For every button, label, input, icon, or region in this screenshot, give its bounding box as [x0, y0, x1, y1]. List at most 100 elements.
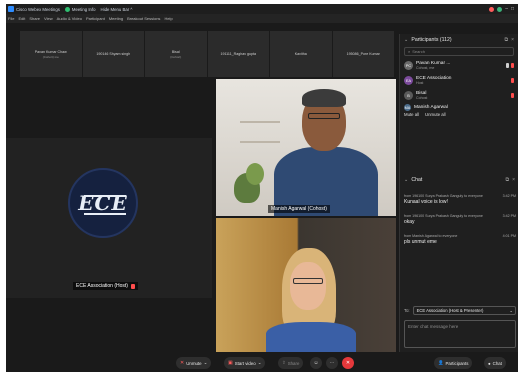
- record-icon[interactable]: [489, 6, 495, 12]
- chat-button[interactable]: ● Chat: [484, 357, 506, 369]
- participants-button[interactable]: 👤 Participants: [434, 357, 473, 369]
- share-button[interactable]: ⇪ Share: [278, 357, 304, 369]
- thumbnail-tile[interactable]: Bisal (Cohort): [145, 31, 207, 77]
- chevron-down-icon[interactable]: ⌄: [404, 37, 408, 43]
- menu-share[interactable]: Share: [29, 16, 40, 21]
- muted-mic-icon: ✕: [180, 360, 185, 366]
- message-text: okay: [404, 219, 415, 225]
- person-torso: [266, 322, 356, 352]
- thumbnail-name: Kavitha: [294, 52, 307, 56]
- menu-meeting[interactable]: Meeting: [109, 16, 123, 21]
- more-options-icon[interactable]: ⋯: [326, 357, 338, 369]
- reactions-icon[interactable]: ☺: [310, 357, 322, 369]
- muted-mic-icon[interactable]: [511, 78, 514, 83]
- shelf: [240, 121, 280, 123]
- unmute-all-button[interactable]: Unmute all: [425, 112, 446, 117]
- chevron-down-icon[interactable]: ⌄: [404, 177, 408, 183]
- chat-message-input[interactable]: Enter chat message here: [404, 320, 516, 348]
- muted-mic-icon[interactable]: [511, 93, 514, 98]
- menu-view[interactable]: View: [44, 16, 53, 21]
- menu-participant[interactable]: Participant: [86, 16, 105, 21]
- menu-audio-video[interactable]: Audio & Video: [57, 16, 82, 21]
- message-time: 3:42 PM: [502, 214, 516, 218]
- thumbnail-tile[interactable]: 190146 Shyam singh: [82, 31, 144, 77]
- chat-messages: from 196100 Surya Prakash Ganguly to eve…: [404, 194, 516, 254]
- menu-file[interactable]: File: [8, 16, 14, 21]
- unmute-label: Unmute: [186, 360, 202, 366]
- chat-header[interactable]: ⌄ Chat ⧉ ×: [400, 174, 518, 185]
- thumbnail-tile[interactable]: 195086_Pore Kumar: [332, 31, 394, 77]
- title-bar: Cisco Webex Meetings Meeting Info Hide M…: [6, 4, 518, 14]
- mic-icon[interactable]: [506, 63, 509, 68]
- close-icon[interactable]: ×: [512, 177, 515, 183]
- thumbnail-name: Pavan Kumar Chaw: [34, 49, 67, 54]
- glasses: [293, 278, 323, 284]
- menu-bar: File Edit Share View Audio & Video Parti…: [6, 14, 518, 23]
- unmute-button[interactable]: ✕ Unmute ⌄: [176, 357, 212, 369]
- avatar: EA: [404, 76, 413, 85]
- message-time: 4:01 PM: [502, 234, 516, 238]
- meeting-info-button[interactable]: Meeting Info: [72, 7, 96, 12]
- participant-row[interactable]: MA Manish Agarwal: [400, 103, 518, 112]
- meeting-toolbar: ✕ Unmute ⌄ ▣ Start video ⌄ ⇪ Share ☺ ⋯ ✕…: [6, 354, 518, 372]
- self-video-tile[interactable]: [216, 218, 396, 352]
- app-title: Cisco Webex Meetings: [16, 6, 60, 12]
- participant-label: Manish Agarwal (Cohost): [268, 205, 330, 213]
- muted-mic-icon: [130, 283, 135, 289]
- manish-video-tile[interactable]: Manish Agarwal (Cohost): [216, 79, 396, 216]
- logo-stripe: [84, 195, 126, 197]
- search-placeholder: Search: [412, 49, 425, 54]
- minimize-icon[interactable]: –: [505, 6, 508, 12]
- participants-icon: 👤: [438, 360, 444, 365]
- participant-row[interactable]: PC Pavan Kumar ... Cohost, me: [400, 58, 518, 73]
- webex-logo-icon: [8, 6, 14, 12]
- thumbnail-tile[interactable]: Kavitha: [270, 31, 332, 77]
- share-label: Share: [287, 360, 300, 366]
- thumbnail-role: (Cohort): [170, 54, 182, 59]
- thumbnail-name: Bisal: [171, 49, 180, 54]
- chat-recipient-select[interactable]: ECE Association (Host & Presenter) ⌄: [412, 306, 516, 315]
- chat-section: ⌄ Chat ⧉ ×: [400, 174, 518, 185]
- leave-meeting-button[interactable]: ✕: [342, 357, 354, 369]
- participants-search-input[interactable]: ⌕ Search: [404, 47, 514, 56]
- chat-message: from 196100 Surya Prakash Ganguly to eve…: [404, 214, 516, 225]
- search-icon: ⌕: [408, 49, 411, 54]
- start-video-label: Start video: [234, 360, 256, 366]
- person-hair: [302, 89, 346, 107]
- mute-all-button[interactable]: Mute all: [404, 112, 419, 117]
- participant-role: Host: [416, 81, 424, 85]
- message-time: 3:42 PM: [502, 194, 516, 198]
- thumbnail-name: 191111_Raghav gupta: [220, 52, 257, 56]
- close-icon[interactable]: ×: [511, 37, 514, 43]
- chat-icon: ●: [488, 360, 491, 366]
- glasses: [308, 113, 340, 119]
- chevron-down-icon[interactable]: ⌄: [204, 360, 208, 366]
- participant-label: ECE Association (Host): [73, 282, 138, 290]
- hide-menu-bar-button[interactable]: Hide Menu Bar ^: [101, 7, 133, 12]
- participant-row[interactable]: EA ECE Association Host: [400, 73, 518, 88]
- avatar: MA: [404, 104, 411, 111]
- ece-video-tile[interactable]: ECE ECE Association (Host): [6, 138, 212, 298]
- muted-mic-icon[interactable]: [511, 63, 514, 68]
- menu-edit[interactable]: Edit: [18, 16, 25, 21]
- thumbnail-tile[interactable]: Pavan Kumar Chaw (Cohort) me: [20, 31, 82, 77]
- thumbnail-tile[interactable]: 191111_Raghav gupta: [207, 31, 269, 77]
- thumbnail-strip: Pavan Kumar Chaw (Cohort) me 190146 Shya…: [20, 31, 394, 77]
- participant-name: ECE Association (Host): [76, 283, 128, 289]
- popout-icon[interactable]: ⧉: [505, 37, 509, 43]
- chevron-down-icon[interactable]: ⌄: [258, 360, 262, 366]
- participant-row[interactable]: B Bisal Cohost: [400, 88, 518, 103]
- menu-help[interactable]: Help: [164, 16, 172, 21]
- popout-icon[interactable]: ⧉: [506, 177, 510, 183]
- status-icon: [497, 6, 503, 12]
- chat-message: from Manish Agarwal to everyone 4:01 PM p…: [404, 234, 516, 245]
- participant-role: Cohost, me: [416, 66, 435, 70]
- thumbnail-name: 195086_Pore Kumar: [346, 52, 380, 56]
- shelf: [240, 141, 280, 143]
- message-sender: from 196100 Surya Prakash Ganguly to eve…: [404, 194, 483, 198]
- participants-header[interactable]: ⌄ Participants (112) ⧉ ×: [400, 34, 518, 45]
- video-off-icon: ▣: [228, 360, 233, 366]
- menu-breakout[interactable]: Breakout Sessions: [127, 16, 160, 21]
- maximize-icon[interactable]: □: [511, 6, 514, 12]
- start-video-button[interactable]: ▣ Start video ⌄: [224, 357, 266, 369]
